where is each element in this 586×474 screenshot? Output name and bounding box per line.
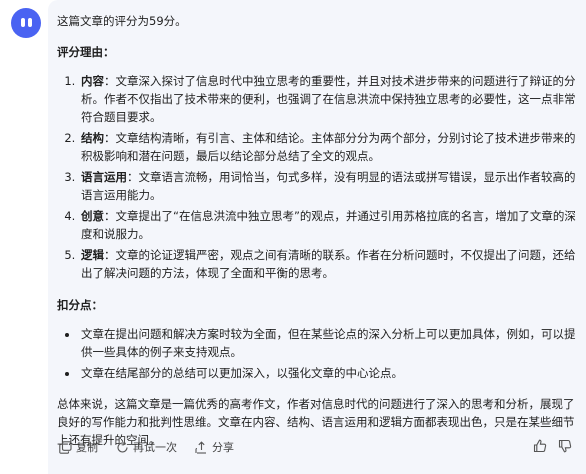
copy-label: 复制 xyxy=(76,441,98,454)
chat-window: 这篇文章的评分为59分。 评分理由： 内容：文章深入探讨了信息时代中独立思考的重… xyxy=(0,0,586,474)
reason-text: ：文章提出了“在信息洪流中独立思考”的观点，并通过引用苏格拉底的名言，增加了文章… xyxy=(81,209,576,241)
thumbs-down-button[interactable] xyxy=(557,438,573,454)
thumbs-down-icon xyxy=(558,439,572,453)
deductions-list: 文章在提出问题和解决方案时较为全面，但在某些论点的深入分析上可以更加具体，例如，… xyxy=(57,325,577,382)
avatar-right-eye xyxy=(28,18,32,27)
retry-label: 再试一次 xyxy=(133,441,177,454)
share-icon xyxy=(195,440,206,454)
reason-item: 结构：文章结构清晰，有引言、主体和结论。主体部分分为两个部分，分别讨论了技术进步… xyxy=(79,129,577,165)
reason-text: ：文章语言流畅，用词恰当，句式多样，没有明显的语法或拼写错误，显示出作者较高的语… xyxy=(81,170,576,202)
reason-term: 创意 xyxy=(81,209,104,223)
reason-item: 逻辑：文章的论证逻辑严密，观点之间有清晰的联系。作者在分析问题时，不仅提出了问题… xyxy=(79,246,577,282)
reasons-heading: 评分理由： xyxy=(57,45,115,59)
assistant-message-content: 这篇文章的评分为59分。 评分理由： 内容：文章深入探讨了信息时代中独立思考的重… xyxy=(57,12,577,449)
reasons-list: 内容：文章深入探讨了信息时代中独立思考的重要性，并且对技术进步带来的问题进行了辩… xyxy=(57,72,577,282)
reason-term: 内容 xyxy=(81,74,104,88)
reason-item: 内容：文章深入探讨了信息时代中独立思考的重要性，并且对技术进步带来的问题进行了辩… xyxy=(79,72,577,126)
thumbs-up-button[interactable] xyxy=(532,438,548,454)
retry-button[interactable]: 再试一次 xyxy=(116,439,177,455)
share-label: 分享 xyxy=(212,441,234,454)
message-intro: 这篇文章的评分为59分。 xyxy=(57,14,187,28)
refresh-icon xyxy=(117,441,128,453)
avatar-left-eye xyxy=(21,18,25,27)
reason-text: ：文章结构清晰，有引言、主体和结论。主体部分分为两个部分，分别讨论了技术进步带来… xyxy=(81,131,576,163)
message-actions: 复制 再试一次 分享 xyxy=(59,439,252,455)
reason-term: 逻辑 xyxy=(81,248,104,262)
reason-term: 结构 xyxy=(81,131,104,145)
reason-item: 语言运用：文章语言流畅，用词恰当，句式多样，没有明显的语法或拼写错误，显示出作者… xyxy=(79,168,577,204)
reason-text: ：文章深入探讨了信息时代中独立思考的重要性，并且对技术进步带来的问题进行了辩证的… xyxy=(81,74,576,124)
deduction-item: 文章在结尾部分的总结可以更加深入，以强化文章的中心论点。 xyxy=(79,364,577,382)
reason-item: 创意：文章提出了“在信息洪流中独立思考”的观点，并通过引用苏格拉底的名言，增加了… xyxy=(79,207,577,243)
deduction-item: 文章在提出问题和解决方案时较为全面，但在某些论点的深入分析上可以更加具体，例如，… xyxy=(79,325,577,361)
copy-button[interactable]: 复制 xyxy=(59,439,98,455)
copy-icon xyxy=(59,440,72,454)
thumbs-up-icon xyxy=(533,439,547,453)
reason-term: 语言运用 xyxy=(81,170,127,184)
assistant-avatar xyxy=(11,8,41,38)
share-button[interactable]: 分享 xyxy=(195,439,234,455)
deductions-heading: 扣分点： xyxy=(57,298,103,312)
reason-text: ：文章的论证逻辑严密，观点之间有清晰的联系。作者在分析问题时，不仅提出了问题，还… xyxy=(81,248,576,280)
